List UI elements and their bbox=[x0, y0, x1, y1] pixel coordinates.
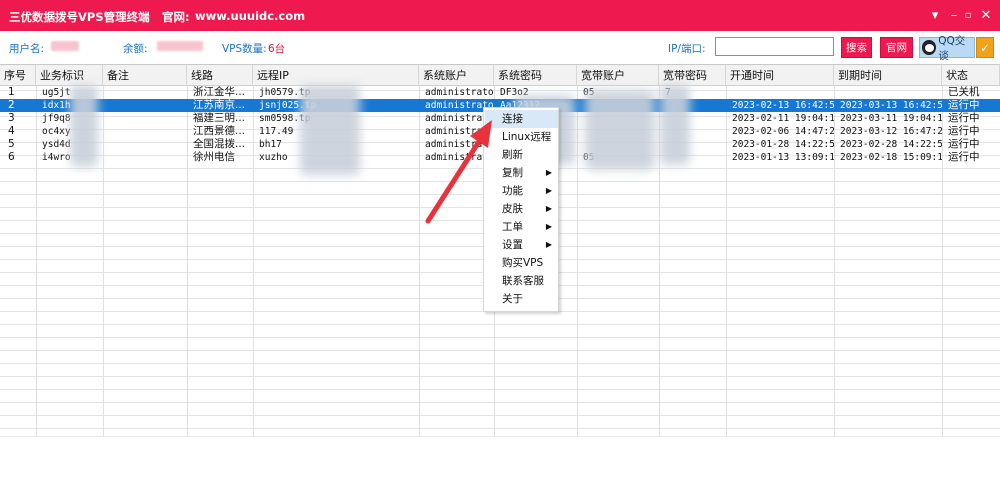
cell-line: 全国混拨... bbox=[193, 138, 246, 150]
search-button[interactable]: 搜索 bbox=[841, 37, 872, 58]
cell-expire-time: 2023-03-12 16:47:28 bbox=[840, 126, 942, 137]
website-button[interactable]: 官网 bbox=[880, 37, 913, 58]
submenu-arrow-icon: ▶ bbox=[545, 186, 552, 195]
cell-no: 6 bbox=[8, 151, 15, 163]
cell-line: 福建三明... bbox=[193, 112, 246, 124]
cell-no: 3 bbox=[8, 112, 15, 124]
cell-line: 江苏南京... bbox=[193, 99, 246, 111]
menu-item-settings[interactable]: 设置 ▶ bbox=[485, 236, 558, 254]
col-header-remote-ip[interactable]: 远程IP bbox=[253, 65, 419, 86]
menu-item-connect[interactable]: 连接 bbox=[485, 110, 558, 128]
title-bar: 三优数据拨号VPS管理终端 官网: www.uuuidc.com ▾ – ▫ ✕ bbox=[0, 0, 1000, 31]
menu-item-label: 购买VPS bbox=[502, 257, 544, 269]
balance-value-redacted bbox=[157, 41, 203, 51]
col-header-id[interactable]: 业务标识 bbox=[36, 65, 103, 86]
site-label: 官网: bbox=[162, 10, 190, 24]
table-row[interactable]: 1 ug5jt 浙江金华... jh0579.tp administrator … bbox=[0, 86, 1000, 99]
col-header-status[interactable]: 状态 bbox=[942, 65, 1000, 86]
cell-no: 1 bbox=[8, 86, 15, 98]
col-header-sys-password[interactable]: 系统密码 bbox=[494, 65, 577, 86]
cell-status: 运行中 bbox=[948, 125, 980, 137]
col-header-sys-account[interactable]: 系统账户 bbox=[419, 65, 494, 86]
cell-expire-time: 2023-02-28 14:22:55 bbox=[840, 139, 942, 150]
toolbar: 用户名: 余额: VPS数量: 6台 IP/端口: 搜索 官网 QQ交谈 ✓ bbox=[0, 31, 1000, 64]
redaction-blur bbox=[585, 90, 655, 170]
menu-item-label: Linux远程 bbox=[502, 131, 552, 143]
context-menu: 连接 Linux远程 刷新 复制 ▶ 功能 ▶ 皮肤 ▶ 工单 ▶ 设置 ▶ 购买VPS … bbox=[483, 107, 559, 312]
menu-item-ticket[interactable]: 工单 ▶ bbox=[485, 218, 558, 236]
qq-chat-button[interactable]: QQ交谈 bbox=[919, 35, 975, 62]
menu-item-skin[interactable]: 皮肤 ▶ bbox=[485, 200, 558, 218]
menu-item-functions[interactable]: 功能 ▶ bbox=[485, 182, 558, 200]
cell-open-time: 2023-02-11 19:04:16 bbox=[732, 113, 834, 124]
cell-expire-time: 2023-03-13 16:42:52 bbox=[840, 100, 942, 111]
submenu-arrow-icon: ▶ bbox=[545, 204, 552, 213]
cell-line: 徐州电信 bbox=[193, 151, 235, 163]
cell-account: administrator bbox=[425, 87, 493, 98]
menu-item-about[interactable]: 关于 bbox=[485, 290, 558, 308]
menu-item-label: 复制 bbox=[502, 167, 523, 179]
cell-status: 运行中 bbox=[948, 151, 980, 163]
menu-item-label: 功能 bbox=[502, 185, 523, 197]
menu-item-label: 刷新 bbox=[502, 149, 523, 161]
cell-open-time: 2023-02-13 16:42:52 bbox=[732, 100, 834, 111]
col-header-bb-account[interactable]: 宽带账户 bbox=[577, 65, 659, 86]
submenu-arrow-icon: ▶ bbox=[545, 240, 552, 249]
col-header-remark[interactable]: 备注 bbox=[103, 65, 187, 86]
menu-item-refresh[interactable]: 刷新 bbox=[485, 146, 558, 164]
cell-status: 运行中 bbox=[948, 99, 980, 111]
vps-count-value: 6台 bbox=[268, 43, 286, 55]
redaction-blur bbox=[660, 85, 690, 165]
username-value-redacted bbox=[51, 41, 79, 51]
table-header: 序号 业务标识 备注 线路 远程IP 系统账户 系统密码 宽带账户 宽带密码 开… bbox=[0, 65, 1000, 86]
col-header-no[interactable]: 序号 bbox=[0, 65, 36, 86]
ip-port-input[interactable] bbox=[715, 37, 834, 56]
checkmark-icon[interactable]: ✓ bbox=[976, 37, 994, 58]
menu-item-label: 皮肤 bbox=[502, 203, 523, 215]
menu-item-label: 连接 bbox=[502, 113, 523, 125]
menu-item-contact-support[interactable]: 联系客服 bbox=[485, 272, 558, 290]
menu-item-label: 设置 bbox=[502, 239, 523, 251]
cell-expire-time: 2023-03-11 19:04:16 bbox=[840, 113, 942, 124]
menu-item-label: 关于 bbox=[502, 293, 523, 305]
cell-status: 运行中 bbox=[948, 138, 980, 150]
site-url[interactable]: www.uuuidc.com bbox=[195, 9, 305, 23]
cell-status: 已关机 bbox=[948, 86, 980, 98]
cell-line: 江西景德... bbox=[193, 125, 246, 137]
close-icon[interactable]: ✕ bbox=[973, 0, 999, 31]
cell-expire-time: 2023-02-18 15:09:12 bbox=[840, 152, 942, 163]
col-header-line[interactable]: 线路 bbox=[187, 65, 253, 86]
cell-open-time: 2023-02-06 14:47:28 bbox=[732, 126, 834, 137]
menu-item-linux-remote[interactable]: Linux远程 bbox=[485, 128, 558, 146]
ip-port-label: IP/端口: bbox=[668, 43, 706, 55]
menu-item-copy[interactable]: 复制 ▶ bbox=[485, 164, 558, 182]
submenu-arrow-icon: ▶ bbox=[545, 168, 552, 177]
qq-penguin-icon bbox=[922, 40, 937, 55]
cell-no: 4 bbox=[8, 125, 15, 137]
cell-no: 5 bbox=[8, 138, 15, 150]
vps-count-label: VPS数量: bbox=[222, 43, 267, 55]
cell-line: 浙江金华... bbox=[193, 86, 246, 98]
col-header-expire-time[interactable]: 到期时间 bbox=[834, 65, 942, 86]
menu-item-buy-vps[interactable]: 购买VPS bbox=[485, 254, 558, 272]
redaction-blur bbox=[300, 85, 360, 175]
cell-open-time: 2023-01-13 13:09:11 bbox=[732, 152, 834, 163]
menu-item-label: 联系客服 bbox=[502, 275, 544, 287]
app-title: 三优数据拨号VPS管理终端 bbox=[9, 10, 150, 24]
redaction-blur bbox=[70, 85, 98, 167]
col-header-bb-password[interactable]: 宽带密码 bbox=[659, 65, 726, 86]
status-area bbox=[0, 436, 1000, 489]
qq-chat-label: QQ交谈 bbox=[938, 34, 966, 62]
balance-label: 余额: bbox=[123, 43, 148, 55]
user-label: 用户名: bbox=[9, 43, 45, 55]
col-header-open-time[interactable]: 开通时间 bbox=[726, 65, 834, 86]
submenu-arrow-icon: ▶ bbox=[545, 222, 552, 231]
cell-status: 运行中 bbox=[948, 112, 980, 124]
cell-no: 2 bbox=[8, 99, 15, 111]
cell-open-time: 2023-01-28 14:22:55 bbox=[732, 139, 834, 150]
menu-item-label: 工单 bbox=[502, 221, 523, 233]
